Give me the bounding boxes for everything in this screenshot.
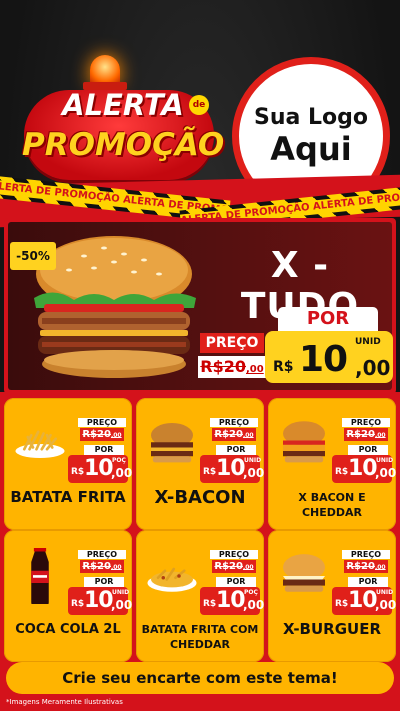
product-unit: POÇ: [112, 457, 126, 464]
product-card: PREÇO R$20,00 POR R$ 10 UNID ,00 COCA COLA 2L: [4, 530, 132, 662]
product-card: PREÇO R$20,00 POR R$ 10 UNID ,00 X BACON E CHED…: [268, 398, 396, 530]
de-badge: de: [189, 95, 209, 115]
product-old-price-cents: ,00: [374, 432, 386, 439]
product-price: R$ 10 UNID ,00: [332, 587, 396, 615]
product-price-int: 10: [348, 588, 378, 613]
product-price: R$ 10 POÇ ,00: [68, 455, 132, 483]
discount-badge: -50%: [10, 242, 56, 270]
product-unit: UNID: [244, 457, 262, 464]
product-image: [31, 548, 49, 604]
product-old-price-cents: ,00: [374, 564, 386, 571]
product-old-price: R$20,00: [80, 560, 124, 573]
product-price-cents: ,00: [111, 598, 133, 612]
product-por-label: POR: [84, 577, 124, 587]
product-price-int: 10: [84, 588, 114, 613]
product-preco-label: PREÇO: [210, 418, 258, 427]
product-price-cents: ,00: [375, 466, 397, 480]
logo-line-2: Aqui: [270, 129, 352, 168]
hero-new-price: R$ 10 UNID ,00: [265, 331, 393, 383]
product-price: R$ 10 UNID ,00: [68, 587, 132, 615]
product-currency: R$: [335, 467, 349, 477]
product-old-price: R$20,00: [344, 428, 388, 441]
product-image: [283, 421, 325, 463]
product-old-price-cents: ,00: [110, 564, 122, 571]
siren-icon: [90, 55, 120, 85]
product-unit: POÇ: [244, 589, 258, 596]
product-name: X-BACON: [154, 487, 246, 508]
product-price: R$ 10 POÇ ,00: [200, 587, 264, 615]
product-price-int: 10: [348, 456, 378, 481]
product-card: PREÇO R$20,00 POR R$ 10 POÇ ,00 BATATA FRITA: [4, 398, 132, 530]
product-preco-label: PREÇO: [78, 550, 126, 559]
hero-old-price: R$20,00: [198, 356, 266, 378]
product-por-label: POR: [216, 445, 256, 455]
product-preco-label: PREÇO: [210, 550, 258, 559]
product-price-int: 10: [84, 456, 114, 481]
product-old-price: R$20,00: [344, 560, 388, 573]
product-old-price-int: R$20: [214, 561, 243, 572]
product-old-price-int: R$20: [346, 429, 375, 440]
product-unit: UNID: [376, 457, 394, 464]
alert-promo-logo: ALERTA de PROMOÇÃO: [0, 0, 230, 200]
product-image: [151, 423, 193, 463]
product-currency: R$: [71, 599, 85, 609]
logo-line-1: Sua Logo: [253, 104, 368, 130]
product-name: X BACON E CHEDDAR: [298, 491, 366, 519]
product-old-price-int: R$20: [82, 561, 111, 572]
product-card: PREÇO R$20,00 POR R$ 10 POÇ ,00 BATATA FRITA CO…: [136, 530, 264, 662]
product-old-price-cents: ,00: [110, 432, 122, 439]
product-preco-label: PREÇO: [342, 550, 390, 559]
hero-por-label: POR: [278, 307, 378, 331]
product-price-int: 10: [216, 456, 246, 481]
product-currency: R$: [203, 467, 217, 477]
product-unit: UNID: [376, 589, 394, 596]
product-old-price-cents: ,00: [242, 564, 254, 571]
promocao-text: PROMOÇÃO: [22, 127, 225, 163]
product-unit: UNID: [112, 589, 130, 596]
product-old-price-int: R$20: [214, 429, 243, 440]
product-preco-label: PREÇO: [78, 418, 126, 427]
product-price-cents: ,00: [111, 466, 133, 480]
product-preco-label: PREÇO: [342, 418, 390, 427]
hero-old-price-cents: ,00: [246, 364, 264, 375]
product-price-int: 10: [216, 588, 246, 613]
product-price-cents: ,00: [243, 598, 265, 612]
product-currency: R$: [335, 599, 349, 609]
hero-price-cents: ,00: [355, 356, 391, 380]
product-name: X-BURGUER: [282, 620, 382, 638]
product-old-price: R$20,00: [80, 428, 124, 441]
product-image: [15, 430, 65, 458]
hero-price-int: 10: [299, 339, 348, 380]
product-old-price-cents: ,00: [242, 432, 254, 439]
product-price: R$ 10 UNID ,00: [200, 455, 264, 483]
product-card: PREÇO R$20,00 POR R$ 10 UNID ,00 X-BACON: [136, 398, 264, 530]
product-por-label: POR: [84, 445, 124, 455]
hero-unit: UNID: [355, 337, 381, 347]
hero-currency: R$: [273, 359, 294, 375]
product-price-cents: ,00: [375, 598, 397, 612]
product-por-label: POR: [348, 577, 388, 587]
product-card: PREÇO R$20,00 POR R$ 10 UNID ,00 X-BURGUER: [268, 530, 396, 662]
product-por-label: POR: [348, 445, 388, 455]
product-old-price-int: R$20: [82, 429, 111, 440]
disclaimer-text: *Imagens Meramente Ilustrativas: [6, 698, 123, 706]
product-currency: R$: [203, 599, 217, 609]
product-image: [147, 567, 197, 592]
product-old-price-int: R$20: [346, 561, 375, 572]
cta-banner: Crie seu encarte com este tema!: [6, 662, 394, 694]
product-price: R$ 10 UNID ,00: [332, 455, 396, 483]
product-old-price: R$20,00: [212, 560, 256, 573]
product-old-price: R$20,00: [212, 428, 256, 441]
product-name: BATATA FRITA COM CHEDDAR: [141, 623, 259, 651]
product-name: COCA COLA 2L: [15, 622, 121, 637]
product-currency: R$: [71, 467, 85, 477]
product-name: BATATA FRITA: [10, 488, 126, 506]
product-price-cents: ,00: [243, 466, 265, 480]
hero-old-price-int: R$20: [200, 357, 246, 376]
hero-preco-label: PREÇO: [200, 333, 264, 353]
product-image: [283, 554, 325, 592]
product-por-label: POR: [216, 577, 256, 587]
